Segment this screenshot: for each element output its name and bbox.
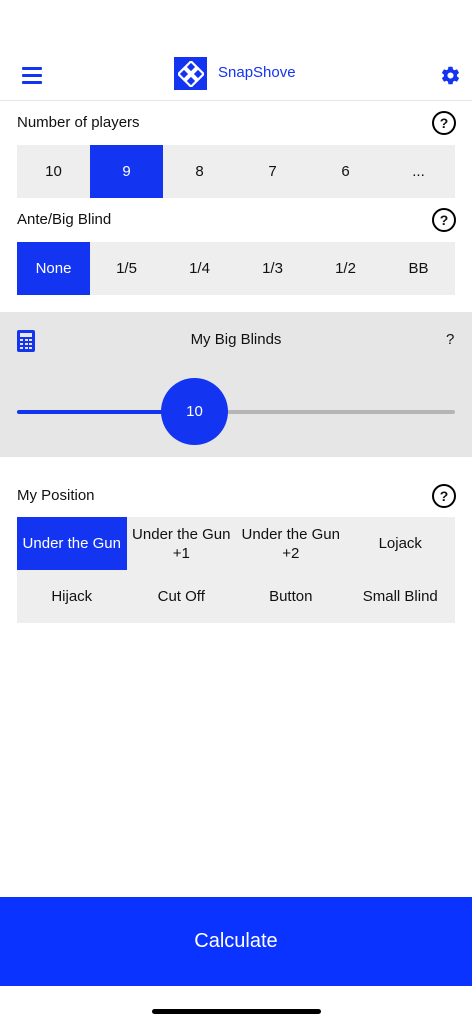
players-selector: 10 9 8 7 6... bbox=[17, 145, 455, 198]
position-selector: Under the Gun Under the Gun +1 Under the G… bbox=[17, 517, 455, 623]
position-option[interactable]: Under the Gun +2 bbox=[236, 517, 346, 570]
ante-option[interactable]: None bbox=[17, 242, 90, 295]
ante-option[interactable]: 1/4 bbox=[163, 242, 236, 295]
app-title: SnapShove bbox=[218, 64, 296, 81]
ante-label: Ante/Big Blind bbox=[17, 211, 112, 228]
ante-help-icon[interactable]: ? bbox=[432, 208, 456, 232]
top-bar: SnapShove bbox=[0, 0, 472, 101]
players-label: Number of players bbox=[17, 114, 140, 131]
calculate-button[interactable]: Calculate bbox=[0, 897, 472, 986]
position-option[interactable]: Under the Gun +1 bbox=[127, 517, 237, 570]
players-help-icon[interactable]: ? bbox=[432, 111, 456, 135]
app-logo-icon bbox=[174, 57, 207, 90]
position-option[interactable]: Under the Gun bbox=[17, 517, 127, 570]
position-option[interactable]: Lojack bbox=[346, 517, 456, 570]
menu-icon[interactable] bbox=[22, 67, 42, 85]
players-option[interactable]: 7 bbox=[236, 145, 309, 198]
players-option[interactable]: 9 bbox=[90, 145, 163, 198]
gear-icon[interactable] bbox=[440, 65, 461, 86]
slider-track-empty[interactable] bbox=[195, 410, 455, 414]
position-option[interactable]: Button bbox=[236, 570, 346, 623]
position-option[interactable]: Small Blind bbox=[346, 570, 456, 623]
position-label: My Position bbox=[17, 487, 95, 504]
ante-option[interactable]: 1/3 bbox=[236, 242, 309, 295]
players-option[interactable]: ... bbox=[382, 145, 455, 198]
position-option[interactable]: Cut Off bbox=[127, 570, 237, 623]
ante-option[interactable]: 1/2 bbox=[309, 242, 382, 295]
big-blinds-slider-thumb[interactable]: 10 bbox=[161, 378, 228, 445]
players-option[interactable]: 10 bbox=[17, 145, 90, 198]
ante-selector: None 1/5 1/4 1/3 1/2 BB bbox=[17, 242, 455, 295]
big-blinds-help[interactable]: ? bbox=[446, 331, 454, 348]
players-option[interactable]: 8 bbox=[163, 145, 236, 198]
home-indicator bbox=[152, 1009, 321, 1014]
ante-option[interactable]: 1/5 bbox=[90, 242, 163, 295]
big-blinds-title: My Big Blinds bbox=[190, 331, 282, 348]
position-option[interactable]: Hijack bbox=[17, 570, 127, 623]
big-blinds-panel: My Big Blinds ? 10 bbox=[0, 312, 472, 457]
position-help-icon[interactable]: ? bbox=[432, 484, 456, 508]
ante-option[interactable]: BB bbox=[382, 242, 455, 295]
players-option[interactable]: 6 bbox=[309, 145, 382, 198]
